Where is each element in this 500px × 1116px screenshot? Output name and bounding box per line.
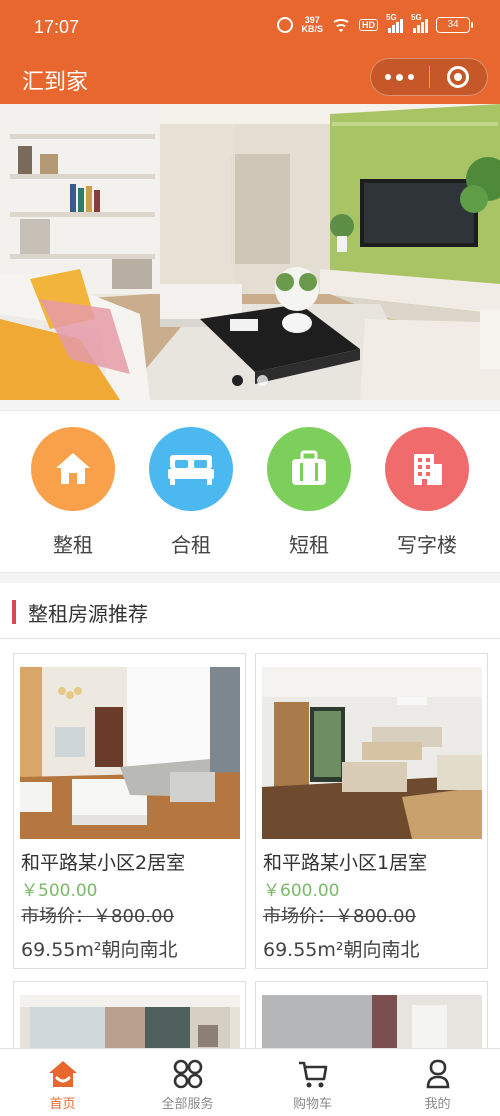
nav-bar: 汇到家	[0, 56, 500, 104]
carousel-indicators	[0, 375, 500, 386]
bed-icon	[149, 427, 233, 511]
signal-icon-sim1: 5G	[386, 13, 403, 33]
app-title: 汇到家	[22, 70, 89, 95]
tab-label: 全部服务	[161, 1097, 214, 1112]
category-office[interactable]: 写字楼	[368, 411, 486, 572]
suitcase-icon	[267, 427, 351, 511]
listing-area: 69.55m²朝向南北	[263, 939, 420, 961]
listing-market-price: 市场价：￥800.00	[263, 906, 416, 927]
section-title: 整租房源推荐	[28, 602, 148, 626]
alarm-icon	[277, 17, 294, 33]
category-label: 写字楼	[397, 533, 457, 557]
close-miniprogram-button[interactable]	[429, 66, 487, 88]
network-speed: 397 KB/S	[301, 16, 323, 34]
tab-label: 我的	[424, 1097, 451, 1112]
banner-living-room-image	[0, 104, 500, 400]
more-menu-button[interactable]	[371, 73, 429, 81]
banner-carousel[interactable]	[0, 104, 500, 400]
carousel-dot[interactable]	[232, 375, 243, 386]
office-building-icon	[385, 427, 469, 511]
carousel-dot[interactable]	[257, 375, 268, 386]
section-accent-bar	[12, 600, 16, 624]
listing-name: 和平路某小区2居室	[21, 852, 186, 874]
listing-card[interactable]: 和平路某小区2居室 ￥500.00 市场价：￥800.00 69.55m²朝向南…	[13, 653, 246, 969]
listing-grid: 和平路某小区2居室 ￥500.00 市场价：￥800.00 69.55m²朝向南…	[0, 639, 500, 1061]
listing-market-price: 市场价：￥800.00	[21, 906, 174, 927]
listing-price: ￥500.00	[21, 881, 98, 901]
sim1-label: 5G	[386, 13, 397, 22]
cart-icon	[298, 1061, 327, 1088]
listing-card[interactable]: 和平路某小区1居室 ￥600.00 市场价：￥800.00 69.55m²朝向南…	[255, 653, 488, 969]
category-label: 合租	[171, 533, 211, 557]
category-shared-rent[interactable]: 合租	[132, 411, 250, 572]
listing-price: ￥600.00	[263, 881, 340, 901]
tab-all-services[interactable]: 全部服务	[125, 1049, 250, 1116]
house-icon	[31, 427, 115, 511]
sim2-label: 5G	[411, 13, 422, 22]
tab-bar: 首页 全部服务 购物车 我的	[0, 1048, 500, 1116]
listing-area: 69.55m²朝向南北	[21, 939, 178, 961]
status-icons: 397 KB/S HD 5G 5G 34	[277, 13, 473, 34]
battery-icon: 34	[436, 17, 473, 33]
signal-icon-sim2: 5G	[411, 13, 428, 33]
tab-profile[interactable]: 我的	[375, 1049, 500, 1116]
category-whole-rent[interactable]: 整租	[14, 411, 132, 572]
services-grid-icon	[173, 1059, 202, 1089]
tab-label: 购物车	[292, 1097, 332, 1112]
network-speed-unit: KB/S	[301, 24, 323, 34]
app-page: 17:07 397 KB/S HD 5G 5G 34 汇到家 整租 合租 短租 …	[0, 0, 500, 1116]
category-label: 整租	[53, 533, 93, 557]
profile-icon	[426, 1059, 449, 1089]
listing-photo	[262, 667, 482, 839]
more-dots-icon	[385, 73, 392, 80]
home-icon	[48, 1061, 77, 1087]
target-circle-icon	[447, 66, 470, 88]
category-short-rent[interactable]: 短租	[250, 411, 368, 572]
listing-name: 和平路某小区1居室	[263, 852, 428, 874]
status-bar: 17:07 397 KB/S HD 5G 5G 34	[0, 0, 500, 56]
status-time: 17:07	[34, 17, 80, 37]
tab-home[interactable]: 首页	[0, 1049, 125, 1116]
miniprogram-capsule	[370, 58, 488, 96]
hd-badge: HD	[359, 19, 378, 31]
wifi-icon	[331, 17, 351, 33]
listing-photo	[20, 667, 240, 839]
section-header: 整租房源推荐	[0, 583, 500, 639]
category-label: 短租	[289, 533, 329, 557]
tab-label: 首页	[49, 1097, 76, 1112]
tab-cart[interactable]: 购物车	[250, 1049, 375, 1116]
category-nav: 整租 合租 短租 写字楼	[0, 410, 500, 573]
